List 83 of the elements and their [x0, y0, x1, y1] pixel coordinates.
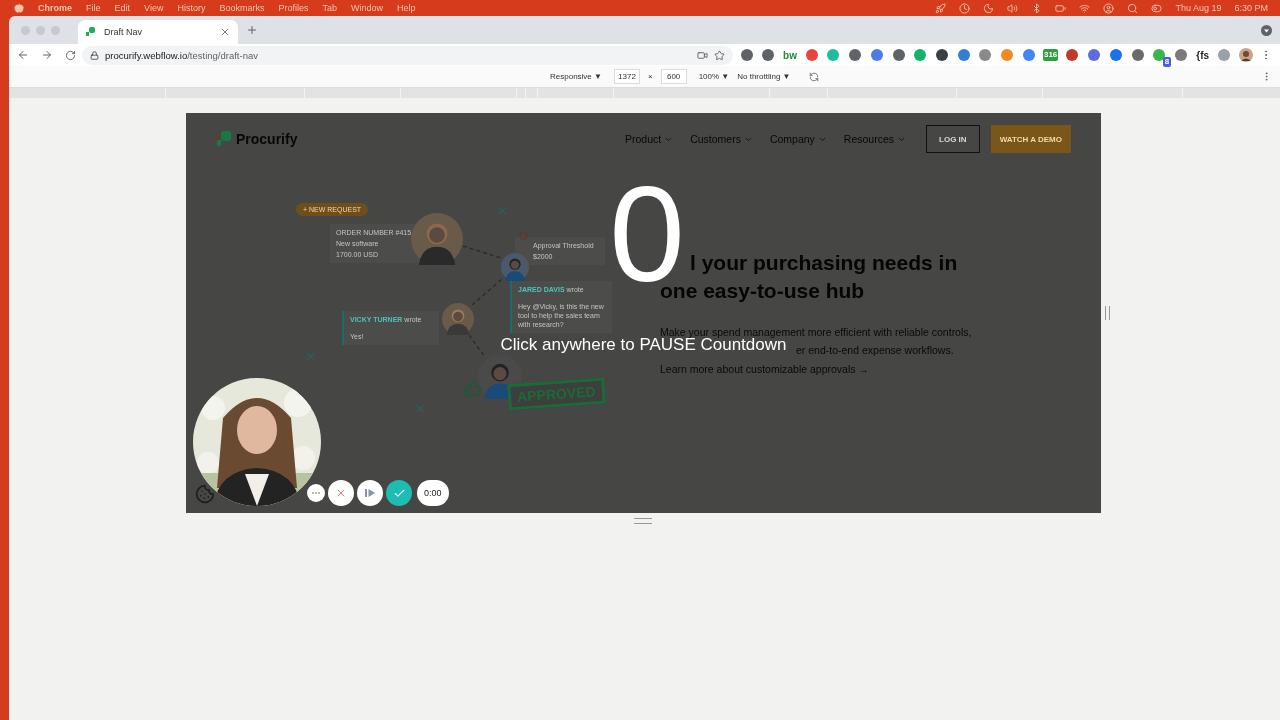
- url-text: procurify.webflow.io/testing/draft-nav: [105, 49, 259, 61]
- extension-icon[interactable]: [892, 49, 905, 61]
- clock-icon[interactable]: [959, 2, 971, 14]
- height-field[interactable]: 600: [660, 69, 687, 84]
- throttling-dropdown[interactable]: No throttling ▼: [737, 72, 791, 81]
- close-icon: [335, 487, 347, 499]
- dimension-separator: ×: [647, 72, 653, 81]
- address-bar[interactable]: procurify.webflow.io/testing/draft-nav: [82, 45, 733, 65]
- resize-handle[interactable]: [1105, 306, 1110, 320]
- menu-item[interactable]: Chrome: [38, 3, 72, 13]
- extension-icon[interactable]: [1131, 49, 1144, 61]
- search-icon[interactable]: [1127, 2, 1139, 14]
- menu-item[interactable]: File: [86, 3, 101, 13]
- cookie-icon[interactable]: [195, 484, 215, 504]
- play-icon: [365, 488, 375, 498]
- nav-link[interactable]: Resources: [843, 133, 907, 145]
- extension-icon[interactable]: [849, 49, 862, 61]
- recording-timer: 0:00: [417, 480, 449, 506]
- control-center-icon[interactable]: [1151, 2, 1163, 14]
- thumbs-up-icon: [464, 379, 482, 397]
- sparkle-icon: [417, 405, 424, 412]
- menu-item[interactable]: Edit: [114, 3, 131, 13]
- battery-icon[interactable]: [1055, 2, 1067, 14]
- menu-item[interactable]: Profiles: [278, 3, 309, 13]
- dashed-line: [472, 279, 502, 305]
- menu-bar-date: Thu Aug 19: [1175, 3, 1222, 13]
- nav-link[interactable]: Company: [769, 133, 827, 145]
- tab-search-icon[interactable]: [1261, 24, 1272, 36]
- menu-item[interactable]: Tab: [322, 3, 337, 13]
- wifi-icon[interactable]: [1079, 2, 1091, 14]
- menu-item[interactable]: Help: [397, 3, 416, 13]
- extension-icon[interactable]: [762, 49, 775, 61]
- apple-icon[interactable]: [14, 3, 24, 13]
- badge-count: 8: [1162, 57, 1172, 67]
- extension-icon[interactable]: [1153, 49, 1166, 61]
- brand-name: Procurify: [236, 131, 298, 147]
- extension-icon[interactable]: {fs: [1196, 49, 1210, 61]
- back-icon[interactable]: [17, 49, 29, 61]
- sparkle-icon: [307, 353, 314, 360]
- extension-icon[interactable]: [740, 49, 753, 61]
- demo-button[interactable]: WATCH A DEMO: [990, 125, 1071, 153]
- browser-tab[interactable]: Draft Nav: [78, 20, 238, 44]
- extension-icon[interactable]: 316: [1042, 49, 1059, 61]
- width-field[interactable]: 1372: [613, 69, 640, 84]
- user-icon[interactable]: [1103, 2, 1115, 14]
- reload-icon[interactable]: [65, 49, 76, 61]
- menu-item[interactable]: View: [144, 3, 164, 13]
- finish-button[interactable]: [386, 480, 412, 506]
- extension-icon[interactable]: [1066, 49, 1079, 61]
- new-tab-icon[interactable]: [246, 24, 258, 36]
- volume-icon[interactable]: [1007, 2, 1019, 14]
- close-icon[interactable]: [220, 27, 230, 37]
- extension-icon[interactable]: [1088, 49, 1101, 61]
- extension-icon[interactable]: [1109, 49, 1122, 61]
- logo-icon: [216, 131, 232, 147]
- rotate-icon[interactable]: [808, 71, 819, 82]
- bookmark-star-icon[interactable]: [713, 49, 725, 61]
- resize-handle[interactable]: [634, 518, 652, 524]
- login-button[interactable]: LOG IN: [926, 125, 980, 153]
- sparkle-icon: [499, 207, 506, 214]
- cancel-button[interactable]: [328, 480, 354, 506]
- nav-link[interactable]: Customers: [690, 133, 753, 145]
- device-mode-dropdown[interactable]: Responsive ▼: [550, 72, 602, 81]
- nav-link[interactable]: Product: [624, 133, 674, 145]
- menu-item[interactable]: History: [177, 3, 206, 13]
- rocket-icon[interactable]: [935, 2, 947, 14]
- zoom-dropdown[interactable]: 100% ▼: [698, 72, 730, 81]
- dashed-line: [463, 245, 501, 259]
- menu-item[interactable]: Bookmarks: [219, 3, 265, 13]
- menu-bar-time: 6:30 PM: [1234, 3, 1268, 13]
- camera-icon[interactable]: [696, 49, 708, 61]
- dashed-line: [469, 335, 485, 357]
- extension-icon[interactable]: [936, 49, 949, 61]
- menu-item[interactable]: Window: [350, 3, 383, 13]
- forward-icon[interactable]: [41, 49, 53, 61]
- tab-title: Draft Nav: [104, 27, 143, 37]
- hero-heading: one easy-to-use hub: [660, 279, 865, 304]
- hero-heading: l your purchasing needs in: [690, 250, 958, 276]
- moon-icon[interactable]: [983, 2, 995, 14]
- more-button[interactable]: [307, 484, 325, 502]
- lock-icon: [90, 50, 99, 60]
- resume-button[interactable]: [357, 480, 383, 506]
- extension-icon[interactable]: bw: [783, 49, 797, 61]
